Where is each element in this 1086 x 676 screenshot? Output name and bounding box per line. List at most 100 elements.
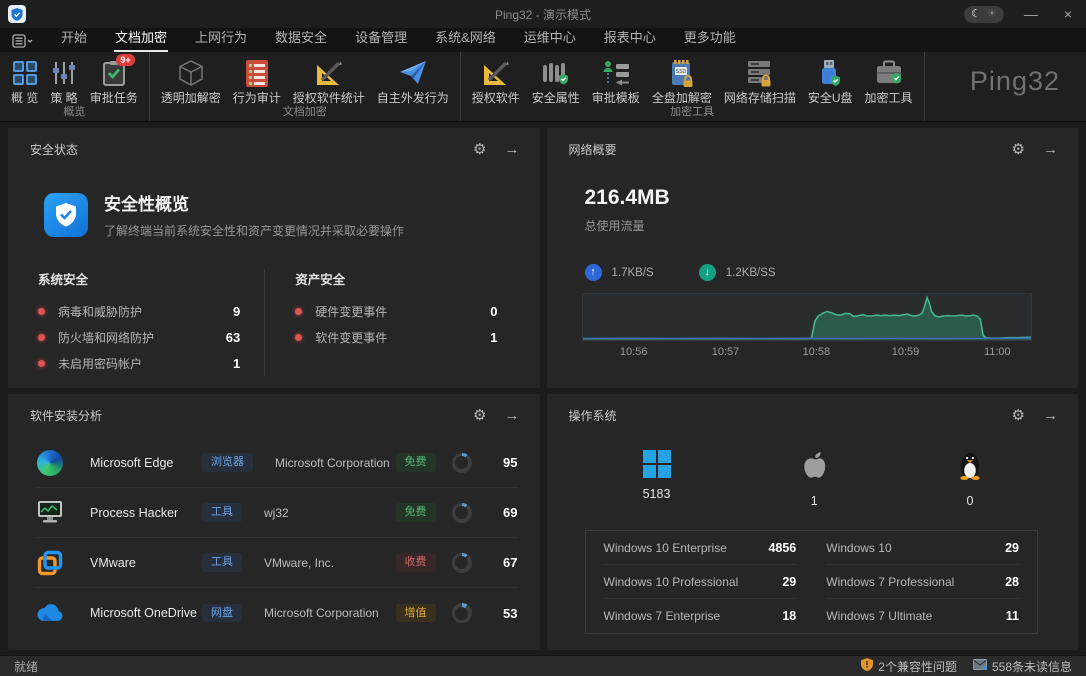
tab-doc-encryption[interactable]: 文档加密 (114, 24, 168, 52)
asset-security-section: 资产安全 硬件变更事件 0 软件变更事件 1 (264, 269, 509, 376)
panel-title: 网络概要 (569, 141, 617, 158)
app-window: Ping32 - 演示模式 ☾ ☀ — × 开始 文档加密 上网行为 数据安全 … (0, 0, 1086, 676)
tab-web-behavior[interactable]: 上网行为 (194, 24, 248, 52)
arrow-right-icon[interactable]: → (505, 142, 520, 157)
section-title: 系统安全 (38, 269, 240, 288)
gear-icon[interactable]: ⚙ (473, 408, 486, 423)
category-badge: 浏览器 (202, 453, 253, 471)
tab-home[interactable]: 开始 (60, 24, 88, 52)
briefcase-shield-icon (875, 57, 903, 89)
table-row: Windows 10 Professional 29 (604, 565, 797, 599)
ribbon-item-security-attributes[interactable]: 安全属性 (526, 57, 586, 105)
light-mode-icon[interactable]: ☀ (987, 9, 997, 20)
app-score: 69 (490, 505, 518, 520)
windows-logo-icon (643, 450, 671, 478)
minimize-button[interactable]: — (1018, 7, 1044, 21)
table-row[interactable]: Process Hacker 工具 wj32 免费 69 (36, 488, 518, 538)
ribbon-group-doc-encryption: 透明加解密 行为审计 授权软件统计 (150, 52, 461, 121)
tab-report-center[interactable]: 报表中心 (603, 24, 657, 52)
list-item[interactable]: 病毒和威胁防护 9 (38, 298, 240, 324)
ribbon-item-transparent-encryption[interactable]: 透明加解密 (155, 57, 227, 105)
app-logo-icon (8, 5, 26, 23)
panel-title: 操作系统 (569, 407, 617, 424)
compatibility-warning[interactable]: 2个兼容性问题 (861, 658, 957, 675)
unread-messages[interactable]: 558条未读信息 (973, 658, 1072, 675)
dark-mode-icon[interactable]: ☾ (971, 9, 981, 20)
vendor-name: Microsoft Corporation (264, 606, 396, 620)
theme-toggle[interactable]: ☾ ☀ (964, 6, 1004, 23)
tab-ops-center[interactable]: 运维中心 (523, 24, 577, 52)
ribbon-item-authorized-software-stats[interactable]: 授权软件统计 (287, 57, 371, 105)
ribbon-item-secure-usb[interactable]: 安全U盘 (802, 57, 859, 105)
menu-bar: 开始 文档加密 上网行为 数据安全 设备管理 系统&网络 运维中心 报表中心 更… (0, 28, 1086, 52)
price-badge: 免费 (396, 503, 436, 521)
ribbon-item-network-storage-scan[interactable]: 网络存储扫描 (718, 57, 802, 105)
upload-arrow-icon: ↑ (585, 264, 602, 281)
ribbon-item-policy[interactable]: 策 略 (44, 57, 83, 105)
arrow-right-icon[interactable]: → (1043, 408, 1058, 423)
os-value: 11 (1006, 609, 1019, 623)
gear-icon[interactable]: ⚙ (473, 142, 486, 157)
score-ring (452, 553, 472, 573)
list-item[interactable]: 软件变更事件 1 (295, 324, 497, 350)
svg-text:SSD: SSD (676, 69, 687, 75)
price-badge: 免费 (396, 453, 436, 471)
ribbon-item-full-disk-encryption[interactable]: SSD 全盘加解密 (646, 57, 718, 105)
arrow-right-icon[interactable]: → (1043, 142, 1058, 157)
arrow-right-icon[interactable]: → (505, 408, 520, 423)
ribbon-item-encryption-tools[interactable]: 加密工具 (859, 57, 919, 105)
table-row[interactable]: VMware 工具 VMware, Inc. 收费 67 (36, 538, 518, 588)
table-row[interactable]: Microsoft Edge 浏览器 Microsoft Corporation… (36, 438, 518, 488)
tab-data-security[interactable]: 数据安全 (274, 24, 328, 52)
file-menu-button[interactable] (12, 34, 34, 52)
grid-icon (12, 57, 38, 89)
ribbon-item-overview[interactable]: 概 览 (5, 57, 44, 105)
tab-device-management[interactable]: 设备管理 (354, 24, 408, 52)
list-item[interactable]: 未启用密码帐户 1 (38, 350, 240, 376)
tab-system-network[interactable]: 系统&网络 (434, 24, 497, 52)
panel-security-status: 安全状态 ⚙ → 安全性概览 了解终端当前系统安全性和资产变更情况并采取必要操作… (8, 128, 540, 388)
alert-dot-icon (38, 360, 45, 367)
app-name: Process Hacker (90, 506, 202, 520)
list-item[interactable]: 防火墙和网络防护 63 (38, 324, 240, 350)
envelope-icon (973, 659, 987, 673)
ribbon-item-label: 授权软件统计 (293, 91, 365, 105)
gear-icon[interactable]: ⚙ (1012, 142, 1025, 157)
compatibility-warning-text: 2个兼容性问题 (878, 658, 957, 675)
os-name: Windows 10 Professional (604, 575, 739, 589)
item-value: 1 (490, 330, 497, 345)
ribbon-item-approval-template[interactable]: 审批模板 (586, 57, 646, 105)
table-row[interactable]: Microsoft OneDrive 网盘 Microsoft Corporat… (36, 588, 518, 638)
ribbon-item-authorized-software[interactable]: 授权软件 (466, 57, 526, 105)
item-label: 病毒和威胁防护 (58, 303, 142, 320)
ruler-pencil-icon (315, 57, 343, 89)
list-item[interactable]: 硬件变更事件 0 (295, 298, 497, 324)
os-version-table: Windows 10 Enterprise 4856 Windows 10 Pr… (585, 530, 1039, 634)
ribbon-item-behavior-audit[interactable]: 行为审计 (227, 57, 287, 105)
table-row: Windows 7 Enterprise 18 (604, 599, 797, 633)
ribbon-item-approval-tasks[interactable]: 9+ 审批任务 (84, 57, 144, 105)
status-bar: 就绪 2个兼容性问题 558条未读信息 (0, 655, 1086, 676)
network-legend: ↑ 1.7KB/S ↓ 1.2KB/SS (585, 264, 1079, 281)
price-badge: 增值 (396, 604, 436, 622)
ribbon-item-self-outgoing[interactable]: 自主外发行为 (371, 57, 455, 105)
item-label: 未启用密码帐户 (58, 355, 142, 372)
os-linux-count: 0 (958, 450, 982, 508)
total-traffic-label: 总使用流量 (585, 217, 1079, 234)
os-count-value: 5183 (643, 487, 671, 501)
section-title: 资产安全 (295, 269, 497, 288)
ribbon-item-label: 安全属性 (532, 91, 580, 105)
ribbon-item-label: 网络存储扫描 (724, 91, 796, 105)
apple-logo-icon (801, 450, 827, 485)
security-overview-title: 安全性概览 (104, 190, 404, 215)
gear-icon[interactable]: ⚙ (1012, 408, 1025, 423)
ribbon-item-label: 审批任务 (90, 91, 138, 105)
shield-check-icon (44, 193, 88, 237)
ribbon-group-overview: 概 览 策 略 9+ 审批任务 概览 (0, 52, 150, 121)
upload-rate: ↑ 1.7KB/S (585, 264, 654, 281)
os-name: Windows 7 Professional (826, 575, 954, 589)
close-button[interactable]: × (1058, 7, 1078, 21)
os-count-value: 1 (811, 494, 818, 508)
tab-more-features[interactable]: 更多功能 (683, 24, 737, 52)
item-label: 防火墙和网络防护 (58, 329, 154, 346)
